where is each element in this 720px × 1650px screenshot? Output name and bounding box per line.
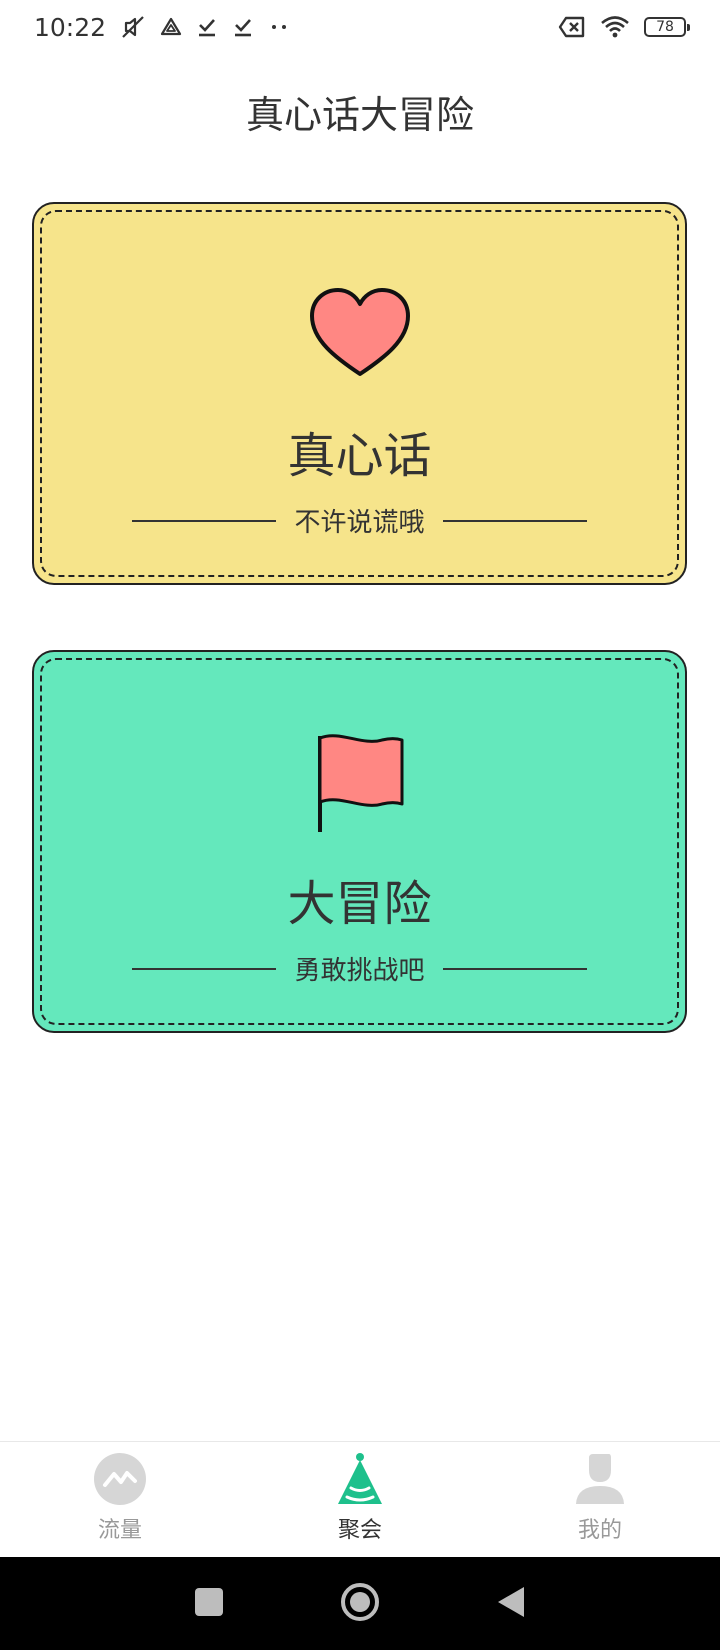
divider-right: [442, 967, 587, 970]
divider-left: [132, 967, 277, 970]
nav-item-traffic[interactable]: 流量: [0, 1442, 240, 1557]
nav-label-profile: 我的: [577, 1518, 622, 1543]
drive-icon: [160, 16, 182, 38]
status-bar: 10:22 78: [0, 0, 720, 54]
party-hat-icon: [333, 1452, 387, 1510]
screen: 10:22 78 真心话大冒险 真心话 不许说谎哦 大冒险 勇敢挑战吧 流量 聚…: [0, 0, 720, 1650]
more-dots-icon: [268, 16, 290, 38]
dare-card[interactable]: 大冒险 勇敢挑战吧: [32, 650, 687, 1033]
recents-button[interactable]: [194, 1587, 224, 1621]
download-done-icon: [232, 16, 254, 38]
heart-icon: [306, 284, 414, 384]
nav-label-traffic: 流量: [97, 1518, 142, 1543]
divider-right: [442, 519, 587, 522]
truth-subtitle-row: 不许说谎哦: [34, 502, 685, 539]
nav-item-profile[interactable]: 我的: [480, 1442, 720, 1557]
dare-subtitle: 勇敢挑战吧: [294, 956, 425, 986]
dare-subtitle-row: 勇敢挑战吧: [34, 950, 685, 987]
bottom-nav: 流量 聚会 我的: [0, 1441, 720, 1557]
profile-icon: [573, 1452, 627, 1510]
no-sim-icon: [558, 15, 586, 39]
truth-card[interactable]: 真心话 不许说谎哦: [32, 202, 687, 585]
status-left: 10:22: [34, 13, 290, 42]
traffic-chart-icon: [93, 1452, 147, 1510]
nav-item-party[interactable]: 聚会: [240, 1442, 480, 1557]
page-title: 真心话大冒险: [245, 93, 474, 137]
status-right: 78: [558, 15, 690, 39]
battery-level: 78: [656, 19, 674, 35]
home-button[interactable]: [340, 1582, 380, 1626]
nav-label-party: 聚会: [337, 1518, 382, 1543]
status-time: 10:22: [34, 12, 107, 42]
download-done-icon: [196, 16, 218, 38]
wifi-icon: [600, 15, 630, 39]
back-button[interactable]: [496, 1585, 526, 1623]
flag-icon: [312, 732, 408, 838]
system-nav-bar: [0, 1557, 720, 1650]
truth-title: 真心话: [287, 428, 432, 484]
dare-title: 大冒险: [287, 876, 432, 932]
truth-subtitle: 不许说谎哦: [294, 508, 425, 538]
mute-icon: [120, 14, 146, 40]
divider-left: [132, 519, 277, 522]
battery-icon: 78: [644, 17, 690, 37]
